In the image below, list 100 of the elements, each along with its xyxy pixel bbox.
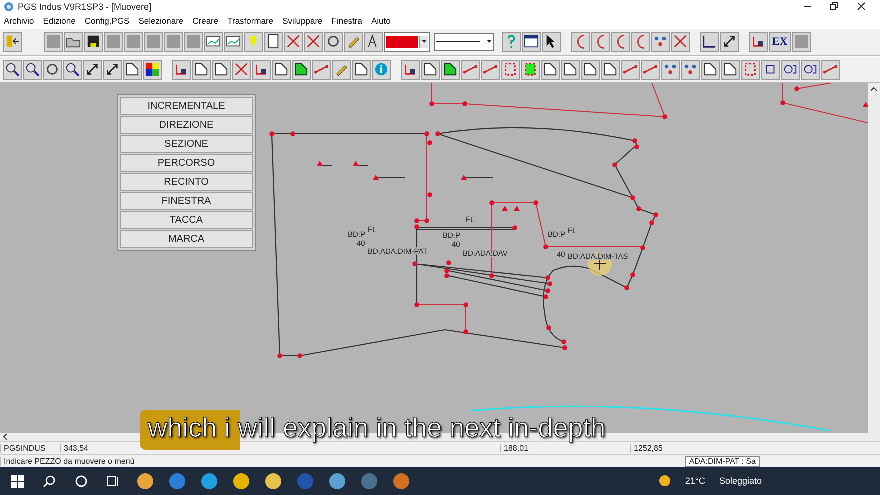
arc-icon xyxy=(596,34,604,49)
toolbar-button[interactable] xyxy=(441,60,460,80)
toolbar-button[interactable] xyxy=(541,60,560,80)
toolbar-button[interactable] xyxy=(721,60,740,80)
info-icon xyxy=(374,62,389,78)
palette-icon xyxy=(145,62,160,78)
chart-icon xyxy=(226,34,241,50)
circle-icon xyxy=(326,34,341,50)
toolbar-button[interactable] xyxy=(332,60,351,80)
menu-item[interactable]: Sviluppare xyxy=(282,16,323,26)
app-icon[interactable] xyxy=(232,472,250,490)
menu-item[interactable]: Finestra xyxy=(332,16,362,26)
toolbar-button[interactable] xyxy=(601,60,620,80)
caret-icon xyxy=(871,87,877,92)
app-icon[interactable] xyxy=(392,472,410,490)
toolbar-button[interactable] xyxy=(272,60,291,80)
toolbar-button[interactable] xyxy=(801,60,820,80)
toolbar-button[interactable] xyxy=(212,60,231,80)
toolbar-button[interactable] xyxy=(761,60,780,80)
toolbar-button[interactable] xyxy=(781,60,800,80)
toolbar-button[interactable] xyxy=(204,32,223,52)
toolbar-button[interactable] xyxy=(3,32,22,52)
cross-icon xyxy=(673,34,688,50)
weather-condition: Soleggiato xyxy=(719,476,762,486)
status-module: PGSINDUS xyxy=(0,444,60,453)
app-icon[interactable] xyxy=(168,472,186,490)
toolbar-button[interactable] xyxy=(421,60,440,80)
shape-icon xyxy=(354,62,369,78)
toolbar-button[interactable] xyxy=(352,60,371,80)
toolbar-button[interactable] xyxy=(700,32,719,52)
toolbar-button[interactable] xyxy=(720,32,739,52)
panel-button[interactable]: DIREZIONE xyxy=(120,116,253,134)
corner-icon xyxy=(751,34,766,50)
toolbar-button[interactable] xyxy=(701,60,720,80)
toolbar-button[interactable] xyxy=(23,60,42,80)
toolbar-button[interactable] xyxy=(123,60,142,80)
app-icon[interactable] xyxy=(328,472,346,490)
menu-item[interactable]: Config.PGS xyxy=(84,16,130,26)
toolbar-button[interactable] xyxy=(324,32,343,52)
restore-icon[interactable] xyxy=(830,2,839,12)
corner-icon xyxy=(403,62,418,78)
app-icon[interactable] xyxy=(136,472,154,490)
toolbar-button[interactable] xyxy=(252,60,271,80)
toolbar-button[interactable] xyxy=(581,60,600,80)
toolbar-button[interactable] xyxy=(64,32,83,52)
piece-field[interactable]: ADA:DIM-PAT : Sa xyxy=(685,456,760,467)
dotted-square-icon xyxy=(743,62,758,78)
corner-icon xyxy=(254,62,269,78)
panel-button[interactable]: PERCORSO xyxy=(120,154,253,172)
panel-button[interactable]: INCREMENTALE xyxy=(120,97,253,116)
panel-button[interactable]: RECINTO xyxy=(120,173,253,192)
shape-icon xyxy=(443,62,458,78)
toolbar-button[interactable] xyxy=(84,32,103,52)
status-coordinate: 1252,85 xyxy=(630,444,750,453)
menu-item[interactable]: Trasformare xyxy=(228,16,274,26)
chart-icon xyxy=(206,34,221,50)
toolbar-button[interactable] xyxy=(224,32,243,52)
toolbar-button[interactable] xyxy=(522,32,541,52)
blank-icon xyxy=(146,34,161,50)
menu-item[interactable]: Edizione xyxy=(43,16,76,26)
toolbar-button[interactable] xyxy=(63,60,82,80)
panel-button[interactable]: TACCA xyxy=(120,211,253,230)
menu-item[interactable]: Aiuto xyxy=(371,16,391,26)
toolbar-button[interactable] xyxy=(401,60,420,80)
line-style-dropdown[interactable] xyxy=(434,32,494,51)
magnifier-icon xyxy=(25,62,40,78)
toolbar-button[interactable] xyxy=(83,60,102,80)
toolbar-button[interactable] xyxy=(3,60,22,80)
color-dropdown[interactable] xyxy=(384,32,430,52)
shape-icon xyxy=(274,62,289,78)
dotted-square-icon xyxy=(503,62,518,78)
menu-item[interactable]: Archivio xyxy=(4,16,34,26)
toolbar-button[interactable] xyxy=(143,60,162,80)
toolbar-button[interactable] xyxy=(172,60,191,80)
blank-icon xyxy=(186,34,201,50)
status-message: Indicare PEZZO da muovere o menù xyxy=(0,456,300,466)
panel-button[interactable]: FINESTRA xyxy=(120,192,253,210)
app-icon[interactable] xyxy=(264,472,282,490)
toolbar-button[interactable] xyxy=(103,60,122,80)
toolbar-button[interactable] xyxy=(542,32,561,52)
blank-icon xyxy=(126,34,141,50)
toolbar-button[interactable] xyxy=(43,60,62,80)
toolbar-button[interactable] xyxy=(561,60,580,80)
menu-item[interactable]: Selezionare xyxy=(138,16,184,26)
vertical-scrollbar[interactable] xyxy=(868,83,880,434)
close-icon[interactable] xyxy=(857,2,866,12)
toolbar-button[interactable] xyxy=(344,32,363,52)
toolbar-button[interactable] xyxy=(192,60,211,80)
toolbar-button[interactable] xyxy=(749,32,768,52)
menu-item[interactable]: Creare xyxy=(192,16,219,26)
windows-start-icon[interactable] xyxy=(8,472,26,490)
magnifier-icon xyxy=(65,62,80,78)
toolbar-button[interactable] xyxy=(292,60,311,80)
toolbar-button[interactable]: EX xyxy=(769,32,791,52)
panel-button[interactable]: MARCA xyxy=(120,230,253,248)
app-icon[interactable] xyxy=(200,472,218,490)
toolbar-button[interactable] xyxy=(364,32,383,52)
shape-icon xyxy=(583,62,598,78)
panel-button[interactable]: SEZIONE xyxy=(120,135,253,154)
toolbar-button[interactable] xyxy=(264,32,283,52)
